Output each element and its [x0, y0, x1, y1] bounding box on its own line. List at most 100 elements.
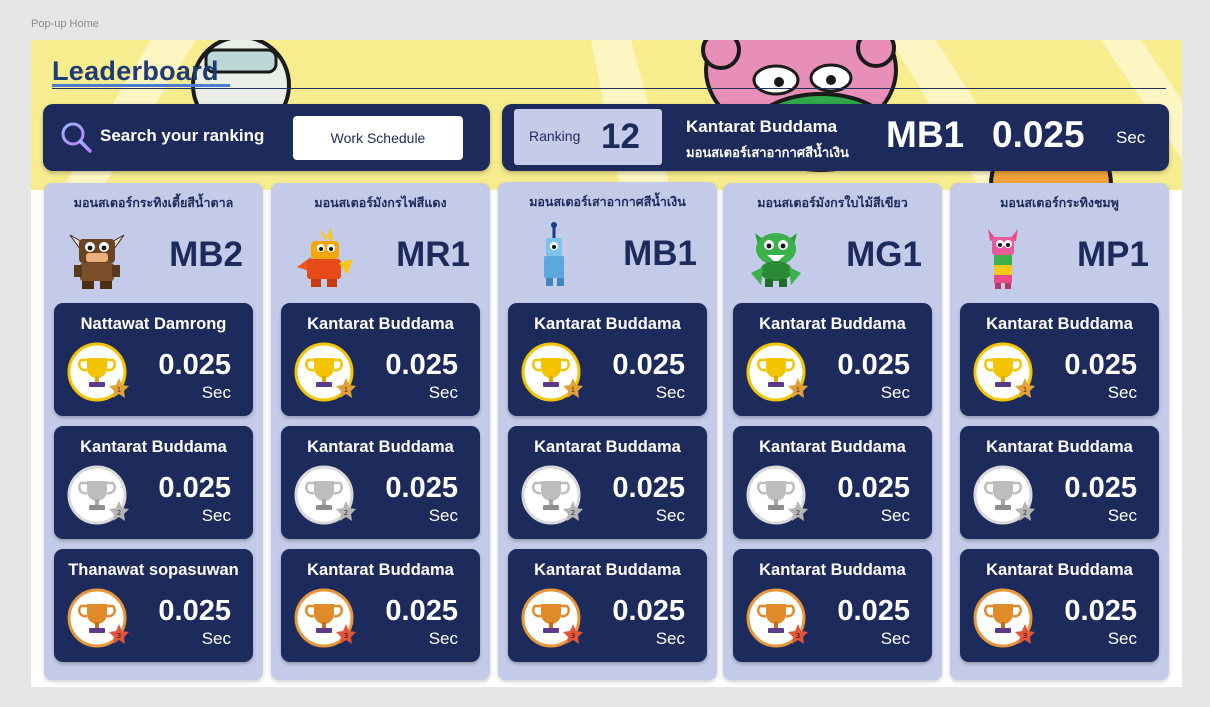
time-unit: Sec: [428, 383, 458, 402]
svg-text:3: 3: [117, 632, 121, 640]
silver-trophy-icon: 2: [521, 465, 583, 525]
my-name: Kantarat Buddama: [686, 117, 838, 136]
my-monster-code: MB1: [886, 114, 965, 155]
player-time: 0.025: [837, 349, 910, 381]
player-time: 0.025: [1064, 349, 1137, 381]
monster-name: มอนสเตอร์เสาอากาศสีน้ำเงิน: [529, 194, 686, 209]
time-unit: Sec: [880, 506, 910, 525]
time-unit: Sec: [655, 629, 685, 648]
leaderboard-entry[interactable]: Kantarat Buddama 1 0.025 Sec: [960, 303, 1159, 416]
time-unit: Sec: [428, 506, 458, 525]
gold-trophy-icon: 1: [521, 342, 583, 402]
gold-trophy-icon: 1: [746, 342, 808, 402]
monster-code: MB1: [623, 234, 697, 273]
svg-text:1: 1: [117, 386, 121, 394]
svg-text:3: 3: [1023, 632, 1027, 640]
monster-code: MB2: [169, 235, 243, 274]
player-name: Kantarat Buddama: [80, 438, 227, 456]
monster-name: มอนสเตอร์มังกรไฟสีแดง: [314, 195, 447, 210]
bronze-trophy-icon: 3: [294, 588, 356, 648]
time-unit: Sec: [201, 506, 231, 525]
leaderboard-entry[interactable]: Kantarat Buddama 2 0.025 Sec: [960, 426, 1159, 539]
svg-text:2: 2: [571, 509, 575, 517]
monster-column: มอนสเตอร์มังกรไฟสีแดง MR1 Kantarat Budda…: [271, 183, 490, 680]
leaderboard-entry[interactable]: Kantarat Buddama 3 0.025 Sec: [733, 549, 932, 662]
leaderboard-entry[interactable]: Nattawat Damrong 1 0.025 Sec: [54, 303, 253, 416]
player-time: 0.025: [612, 349, 685, 381]
player-time: 0.025: [158, 595, 231, 627]
player-name: Kantarat Buddama: [759, 438, 906, 456]
bronze-trophy-icon: 3: [521, 588, 583, 648]
leaderboard-entry[interactable]: Kantarat Buddama 1 0.025 Sec: [281, 303, 480, 416]
search-icon[interactable]: [59, 120, 93, 154]
svg-text:3: 3: [344, 632, 348, 640]
svg-text:1: 1: [796, 386, 800, 394]
green-leaf-dragon-icon: [751, 233, 801, 287]
player-time: 0.025: [612, 595, 685, 627]
leaderboard-entry[interactable]: Kantarat Buddama 3 0.025 Sec: [960, 549, 1159, 662]
leaderboard-entry[interactable]: Kantarat Buddama 3 0.025 Sec: [508, 549, 707, 662]
leaderboard-entry[interactable]: Kantarat Buddama 3 0.025 Sec: [281, 549, 480, 662]
svg-text:2: 2: [117, 509, 121, 517]
player-time: 0.025: [158, 349, 231, 381]
bronze-trophy-icon: 3: [973, 588, 1035, 648]
my-time: 0.025: [992, 114, 1085, 155]
title-divider: [52, 88, 1166, 89]
leaderboard-entry[interactable]: Thanawat sopasuwan 3 0.025 Sec: [54, 549, 253, 662]
work-schedule-button[interactable]: Work Schedule: [293, 116, 463, 160]
player-name: Kantarat Buddama: [759, 561, 906, 579]
leaderboard-entry[interactable]: Kantarat Buddama 2 0.025 Sec: [281, 426, 480, 539]
monster-code: MP1: [1077, 235, 1149, 274]
time-unit: Sec: [201, 629, 231, 648]
player-time: 0.025: [1064, 595, 1137, 627]
svg-text:2: 2: [1023, 509, 1027, 517]
ranking-label: Ranking: [529, 128, 581, 144]
svg-text:1: 1: [1023, 386, 1027, 394]
ranking-box: Ranking 12: [514, 109, 662, 165]
gold-trophy-icon: 1: [294, 342, 356, 402]
monster-name: มอนสเตอร์มังกรใบไม้สีเขียว: [757, 195, 908, 210]
title-underline: [52, 84, 230, 87]
leaderboard-entry[interactable]: Kantarat Buddama 2 0.025 Sec: [54, 426, 253, 539]
svg-text:2: 2: [796, 509, 800, 517]
time-unit: Sec: [880, 383, 910, 402]
player-name: Kantarat Buddama: [534, 438, 681, 456]
player-time: 0.025: [385, 472, 458, 504]
player-name: Kantarat Buddama: [307, 315, 454, 333]
player-time: 0.025: [158, 472, 231, 504]
svg-text:3: 3: [571, 632, 575, 640]
leaderboard-entry[interactable]: Kantarat Buddama 1 0.025 Sec: [733, 303, 932, 416]
my-ranking-panel: Ranking 12 Kantarat Buddama มอนสเตอร์เสา…: [502, 104, 1169, 171]
time-unit: Sec: [655, 506, 685, 525]
time-unit: Sec: [1107, 383, 1137, 402]
brown-bull-monster-icon: [69, 234, 125, 289]
player-name: Kantarat Buddama: [986, 438, 1133, 456]
bronze-trophy-icon: 3: [746, 588, 808, 648]
player-name: Kantarat Buddama: [986, 561, 1133, 579]
player-name: Kantarat Buddama: [986, 315, 1133, 333]
ranking-number: 12: [601, 117, 640, 156]
monster-code: MR1: [396, 235, 470, 274]
player-name: Kantarat Buddama: [534, 315, 681, 333]
blue-antenna-monster-icon: [544, 222, 564, 286]
bronze-trophy-icon: 3: [67, 588, 129, 648]
monster-name: มอนสเตอร์กระทิงเตี้ยสีน้ำตาล: [73, 195, 234, 210]
player-name: Kantarat Buddama: [759, 315, 906, 333]
player-time: 0.025: [1064, 472, 1137, 504]
player-time: 0.025: [385, 595, 458, 627]
time-unit: Sec: [1107, 506, 1137, 525]
player-name: Nattawat Damrong: [80, 315, 227, 333]
player-name: Kantarat Buddama: [534, 561, 681, 579]
red-fire-dragon-icon: [297, 227, 353, 287]
player-time: 0.025: [837, 472, 910, 504]
time-unit: Sec: [655, 383, 685, 402]
leaderboard-entry[interactable]: Kantarat Buddama 2 0.025 Sec: [508, 426, 707, 539]
leaderboard-popup: Leaderboard Search your ranking Work Sch…: [31, 40, 1182, 687]
pink-bull-monster-icon: [988, 229, 1018, 289]
leaderboard-entry[interactable]: Kantarat Buddama 2 0.025 Sec: [733, 426, 932, 539]
time-unit: Sec: [1107, 629, 1137, 648]
leaderboard-entry[interactable]: Kantarat Buddama 1 0.025 Sec: [508, 303, 707, 416]
svg-text:1: 1: [571, 386, 575, 394]
search-ranking-label[interactable]: Search your ranking: [100, 126, 264, 146]
monster-column: มอนสเตอร์เสาอากาศสีน้ำเงิน MB1 Kantarat …: [498, 182, 717, 680]
